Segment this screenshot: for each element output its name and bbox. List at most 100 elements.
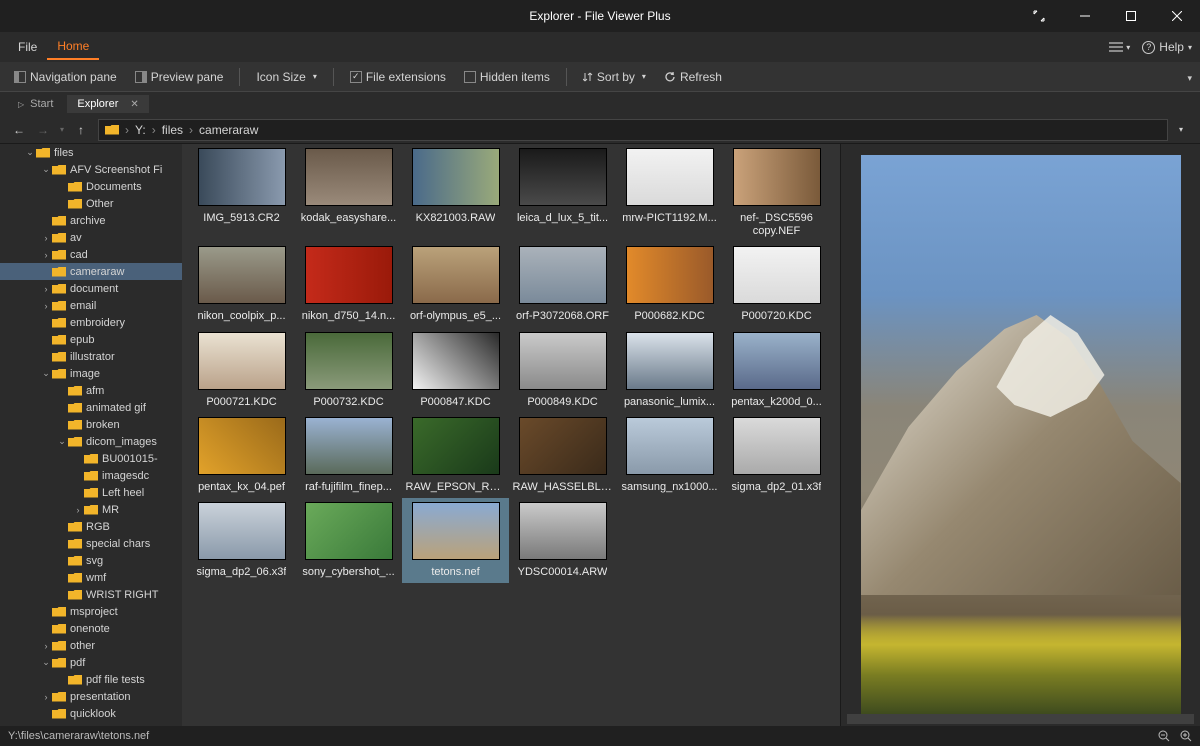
tree-item-bu001015-[interactable]: BU001015- (0, 450, 182, 467)
thumbnail-item[interactable]: samsung_nx1000... (616, 413, 723, 498)
tree-item-pdf-file-tests[interactable]: pdf file tests (0, 671, 182, 688)
menu-home[interactable]: Home (47, 34, 99, 60)
tab-start[interactable]: ▷Start (8, 95, 63, 113)
thumbnail-item[interactable]: pentax_kx_04.pef (188, 413, 295, 498)
tree-item-document[interactable]: ›document (0, 280, 182, 297)
thumbnail-item[interactable]: orf-olympus_e5_... (402, 242, 509, 327)
thumbnail-item[interactable]: mrw-PICT1192.M... (616, 144, 723, 242)
chevron-right-icon[interactable]: › (40, 250, 52, 260)
tree-item-animated-gif[interactable]: animated gif (0, 399, 182, 416)
chevron-down-icon[interactable]: ⌄ (40, 164, 52, 175)
chevron-down-icon[interactable]: ⌄ (56, 436, 68, 447)
menu-file[interactable]: File (8, 35, 47, 59)
breadcrumb-dropdown-icon[interactable]: ▾ (1170, 119, 1192, 141)
tree-item-special-chars[interactable]: special chars (0, 535, 182, 552)
tree-item-documents[interactable]: Documents (0, 178, 182, 195)
sort-by-dropdown[interactable]: Sort by▾ (577, 67, 652, 87)
tab-explorer[interactable]: Explorer✕ (67, 95, 148, 113)
thumbnail-item[interactable]: P000682.KDC (616, 242, 723, 327)
thumbnail-item[interactable]: nef-_DSC5596 copy.NEF (723, 144, 830, 242)
zoom-in-icon[interactable] (1180, 730, 1192, 742)
chevron-right-icon[interactable]: › (40, 301, 52, 311)
nav-up-button[interactable]: ↑ (70, 119, 92, 141)
thumbnail-item[interactable]: P000849.KDC (509, 328, 616, 413)
view-options-icon[interactable]: ▾ (1109, 42, 1130, 52)
chevron-right-icon[interactable]: › (40, 726, 52, 727)
tree-item-email[interactable]: ›email (0, 297, 182, 314)
folder-tree[interactable]: ⌄files⌄AFV Screenshot FiDocumentsOtherar… (0, 144, 182, 726)
thumbnail-item[interactable]: raf-fujifilm_finep... (295, 413, 402, 498)
preview-scrollbar[interactable] (847, 714, 1194, 724)
tree-item-imagesdc[interactable]: imagesdc (0, 467, 182, 484)
tree-item-source[interactable]: ›source (0, 722, 182, 726)
maximize-button[interactable] (1108, 0, 1154, 32)
thumbnail-item[interactable]: KX821003.RAW (402, 144, 509, 242)
tree-item-cad[interactable]: ›cad (0, 246, 182, 263)
nav-forward-button[interactable]: → (32, 119, 54, 141)
refresh-button[interactable]: Refresh (658, 67, 728, 87)
thumbnail-item[interactable]: P000732.KDC (295, 328, 402, 413)
breadcrumb-drive[interactable]: Y: (135, 123, 146, 137)
tree-item-afv-screenshot-fi[interactable]: ⌄AFV Screenshot Fi (0, 161, 182, 178)
breadcrumb[interactable]: › Y: › files › cameraraw (98, 119, 1168, 141)
thumbnail-item[interactable]: YDSC00014.ARW (509, 498, 616, 583)
thumbnail-item[interactable]: P000720.KDC (723, 242, 830, 327)
tree-item-quicklook[interactable]: quicklook (0, 705, 182, 722)
tree-item-left-heel[interactable]: Left heel (0, 484, 182, 501)
thumbnail-item[interactable]: nikon_coolpix_p... (188, 242, 295, 327)
tree-item-broken[interactable]: broken (0, 416, 182, 433)
nav-history-dropdown[interactable]: ▾ (56, 119, 68, 141)
chevron-down-icon[interactable]: ⌄ (24, 147, 36, 158)
tree-item-wrist-right[interactable]: WRIST RIGHT (0, 586, 182, 603)
thumbnail-item[interactable]: tetons.nef (402, 498, 509, 583)
tree-item-files[interactable]: ⌄files (0, 144, 182, 161)
tree-item-illustrator[interactable]: illustrator (0, 348, 182, 365)
expand-icon[interactable] (1016, 0, 1062, 32)
thumbnail-item[interactable]: orf-P3072068.ORF (509, 242, 616, 327)
tree-item-av[interactable]: ›av (0, 229, 182, 246)
chevron-right-icon[interactable]: › (40, 284, 52, 294)
thumbnail-item[interactable]: IMG_5913.CR2 (188, 144, 295, 242)
close-button[interactable] (1154, 0, 1200, 32)
tree-item-msproject[interactable]: msproject (0, 603, 182, 620)
thumbnail-item[interactable]: panasonic_lumix... (616, 328, 723, 413)
tree-item-archive[interactable]: archive (0, 212, 182, 229)
chevron-down-icon[interactable]: ⌄ (40, 368, 52, 379)
thumbnail-item[interactable]: P000721.KDC (188, 328, 295, 413)
breadcrumb-files[interactable]: files (162, 123, 183, 137)
thumbnail-item[interactable]: sigma_dp2_01.x3f (723, 413, 830, 498)
thumbnail-item[interactable]: pentax_k200d_0... (723, 328, 830, 413)
thumbnail-item[interactable]: RAW_EPSON_RD... (402, 413, 509, 498)
chevron-right-icon[interactable]: › (72, 505, 84, 515)
tree-item-wmf[interactable]: wmf (0, 569, 182, 586)
thumbnail-item[interactable]: RAW_HASSELBLA... (509, 413, 616, 498)
tree-item-rgb[interactable]: RGB (0, 518, 182, 535)
zoom-out-icon[interactable] (1158, 730, 1170, 742)
icon-size-dropdown[interactable]: Icon Size▾ (250, 67, 322, 87)
help-menu[interactable]: ?Help▾ (1142, 40, 1192, 54)
navigation-pane-toggle[interactable]: Navigation pane (8, 67, 123, 87)
chevron-right-icon[interactable]: › (40, 692, 52, 702)
tree-item-cameraraw[interactable]: cameraraw (0, 263, 182, 280)
breadcrumb-cameraraw[interactable]: cameraraw (199, 123, 258, 137)
tree-item-other[interactable]: Other (0, 195, 182, 212)
minimize-button[interactable] (1062, 0, 1108, 32)
nav-back-button[interactable]: ← (8, 119, 30, 141)
chevron-down-icon[interactable]: ⌄ (40, 657, 52, 668)
thumbnail-item[interactable]: sony_cybershot_... (295, 498, 402, 583)
hidden-items-toggle[interactable]: Hidden items (458, 67, 556, 87)
thumbnail-item[interactable]: sigma_dp2_06.x3f (188, 498, 295, 583)
thumbnail-item[interactable]: P000847.KDC (402, 328, 509, 413)
thumbnail-item[interactable]: nikon_d750_14.n... (295, 242, 402, 327)
file-extensions-toggle[interactable]: ✓File extensions (344, 67, 452, 87)
tree-item-epub[interactable]: epub (0, 331, 182, 348)
thumbnail-grid[interactable]: IMG_5913.CR2kodak_easyshare...KX821003.R… (182, 144, 840, 726)
toolbar-overflow-icon[interactable]: ▾ (1187, 70, 1192, 84)
tree-item-presentation[interactable]: ›presentation (0, 688, 182, 705)
tree-item-other[interactable]: ›other (0, 637, 182, 654)
thumbnail-item[interactable]: kodak_easyshare... (295, 144, 402, 242)
close-tab-icon[interactable]: ✕ (130, 99, 138, 110)
tree-item-embroidery[interactable]: embroidery (0, 314, 182, 331)
tree-item-pdf[interactable]: ⌄pdf (0, 654, 182, 671)
tree-item-dicom-images[interactable]: ⌄dicom_images (0, 433, 182, 450)
